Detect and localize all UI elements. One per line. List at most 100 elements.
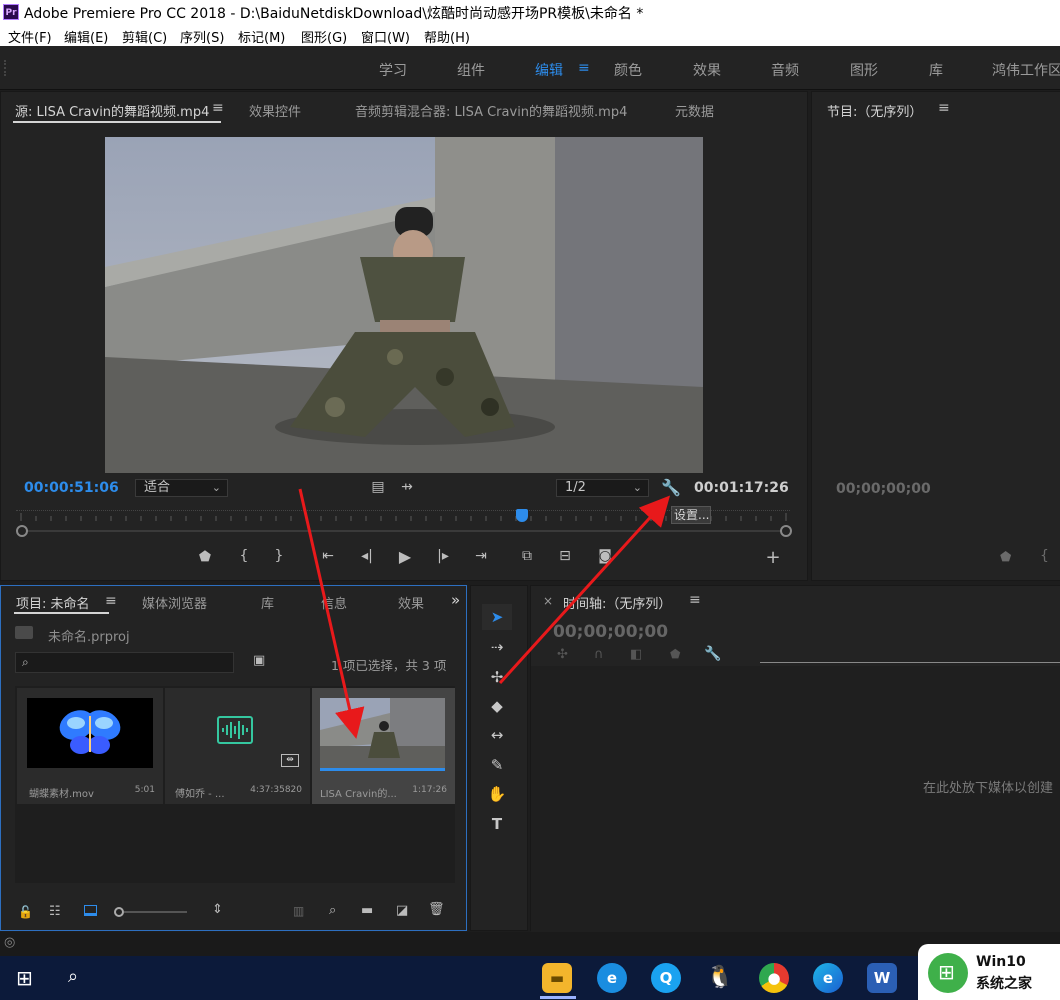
workspace-color[interactable]: 颜色 — [614, 60, 642, 80]
menu-clip[interactable]: 剪辑(C) — [122, 27, 167, 46]
ie-browser-icon[interactable]: e — [597, 963, 627, 993]
snap-icon[interactable]: ✣ — [557, 647, 568, 662]
workspace-libraries[interactable]: 库 — [929, 60, 943, 80]
source-video-frame[interactable] — [105, 137, 703, 473]
workspace-effects[interactable]: 效果 — [693, 60, 721, 80]
tab-metadata[interactable]: 元数据 — [675, 101, 714, 120]
step-back-icon[interactable]: ◂| — [356, 548, 378, 564]
list-view-icon[interactable]: ☷ — [49, 904, 61, 919]
workspace-graphics[interactable]: 图形 — [850, 60, 878, 80]
program-timecode[interactable]: 00;00;00;00 — [836, 481, 931, 497]
sort-icon[interactable]: ⇕ — [212, 902, 223, 917]
search-input-field[interactable] — [38, 654, 228, 671]
source-current-timecode[interactable]: 00:00:51:06 — [24, 480, 119, 496]
menu-file[interactable]: 文件(F) — [8, 27, 52, 46]
qq-icon[interactable]: 🐧 — [705, 963, 735, 993]
creative-cloud-icon[interactable]: ◎ — [4, 935, 15, 950]
slip-tool-icon[interactable]: ↔ — [482, 722, 512, 748]
overwrite-icon[interactable]: ⊟ — [554, 548, 576, 564]
icon-view-icon[interactable] — [84, 905, 97, 916]
go-to-in-icon[interactable]: ⇤ — [317, 548, 339, 564]
taskbar-search-icon[interactable]: ⌕ — [68, 966, 78, 987]
project-item-audio[interactable]: ⇹ 傅如乔 - ... 4:37:35820 — [165, 688, 310, 804]
tab-libraries[interactable]: 库 — [261, 593, 274, 612]
zoom-handle-right[interactable] — [780, 525, 792, 537]
find-icon[interactable]: ⌕ — [329, 903, 336, 918]
type-tool-icon[interactable]: T — [482, 811, 512, 837]
timeline-timecode[interactable]: 00;00;00;00 — [553, 622, 668, 642]
drag-audio-only-icon[interactable]: ⇸ — [398, 479, 416, 495]
edge-icon[interactable]: e — [813, 963, 843, 993]
zoom-slider-track[interactable] — [124, 911, 187, 913]
play-icon[interactable]: ▶ — [394, 547, 416, 566]
program-mark-in-icon[interactable]: { — [1040, 548, 1049, 564]
source-time-ruler[interactable] — [16, 510, 790, 522]
export-frame-icon[interactable]: ◙ — [594, 548, 616, 564]
file-explorer-icon[interactable]: ▬ — [542, 963, 572, 993]
menu-sequence[interactable]: 序列(S) — [180, 27, 224, 46]
workspace-learn[interactable]: 学习 — [379, 60, 407, 80]
program-marker-icon[interactable]: ⬟ — [1000, 550, 1011, 565]
track-select-tool-icon[interactable]: ⇢ — [482, 634, 512, 660]
settings-wrench-icon[interactable]: 🔧 — [660, 478, 682, 497]
close-icon[interactable]: × — [543, 594, 553, 608]
tab-source[interactable]: 源: LISA Cravin的舞蹈视频.mp4 — [15, 101, 209, 120]
new-item-icon[interactable]: ◪ — [396, 903, 408, 918]
workspace-editing[interactable]: 编辑 — [535, 60, 563, 80]
zoom-handle-left[interactable] — [16, 525, 28, 537]
project-item-lisa-video[interactable]: LISA Cravin的... 1:17:26 — [312, 688, 455, 804]
razor-tool-icon[interactable]: ◆ — [482, 693, 512, 719]
timeline-settings-wrench-icon[interactable]: 🔧 — [704, 646, 721, 662]
windows-start-icon[interactable]: ⊞ — [16, 966, 33, 990]
linked-selection-icon[interactable]: ∩ — [594, 647, 604, 662]
word-icon[interactable]: W — [867, 963, 897, 993]
insert-icon[interactable]: ⧉ — [516, 548, 538, 564]
zoom-slider-handle[interactable] — [114, 907, 124, 917]
timeline-drop-area[interactable] — [531, 666, 1060, 932]
tab-program[interactable]: 节目:（无序列） — [827, 101, 922, 120]
resolution-dropdown[interactable]: 1/2 ⌄ — [556, 479, 649, 497]
source-panel-menu-icon[interactable]: ≡ — [212, 100, 224, 116]
workspace-audio[interactable]: 音频 — [771, 60, 799, 80]
timeline-marker-icon[interactable]: ⬟ — [670, 647, 680, 661]
menu-marker[interactable]: 标记(M) — [238, 27, 285, 46]
new-search-bin-icon[interactable]: ▣ — [253, 653, 265, 668]
lock-icon[interactable]: 🔓 — [18, 905, 33, 919]
tab-audio-clip-mixer[interactable]: 音频剪辑混合器: LISA Cravin的舞蹈视频.mp4 — [355, 101, 627, 120]
project-search-input[interactable]: ⌕ — [15, 652, 234, 673]
step-forward-icon[interactable]: |▸ — [432, 548, 454, 564]
program-panel-menu-icon[interactable]: ≡ — [938, 100, 950, 116]
ripple-edit-tool-icon[interactable]: ✢ — [482, 664, 512, 690]
more-panels-icon[interactable]: » — [451, 591, 460, 609]
drag-grip-icon[interactable] — [4, 60, 6, 76]
mark-in-icon[interactable]: { — [235, 548, 253, 564]
tab-project[interactable]: 项目: 未命名 — [16, 593, 90, 612]
zoom-scroll-track[interactable] — [22, 530, 786, 532]
search-app-icon[interactable]: Q — [651, 963, 681, 993]
fit-dropdown[interactable]: 适合 ⌄ — [135, 479, 228, 497]
menu-edit[interactable]: 编辑(E) — [64, 27, 108, 46]
workspace-assembly[interactable]: 组件 — [457, 60, 485, 80]
hand-tool-icon[interactable]: ✋ — [482, 781, 512, 807]
menu-graphics[interactable]: 图形(G) — [301, 27, 347, 46]
automate-to-sequence-icon[interactable]: ▥ — [293, 904, 304, 918]
tab-info[interactable]: 信息 — [321, 593, 347, 612]
playhead-marker[interactable] — [516, 509, 528, 522]
mark-out-icon[interactable]: } — [270, 548, 288, 564]
chrome-icon[interactable]: ● — [759, 963, 789, 993]
menu-window[interactable]: 窗口(W) — [361, 27, 410, 46]
tab-effect-controls[interactable]: 效果控件 — [249, 101, 301, 120]
add-marker-timeline-icon[interactable]: ◧ — [630, 647, 642, 662]
project-item-butterfly[interactable]: 蝴蝶素材.mov 5:01 — [17, 688, 163, 804]
pen-tool-icon[interactable]: ✎ — [482, 752, 512, 778]
timeline-panel-menu-icon[interactable]: ≡ — [689, 592, 701, 608]
tab-effects[interactable]: 效果 — [398, 593, 424, 612]
tab-media-browser[interactable]: 媒体浏览器 — [142, 593, 207, 612]
add-button-icon[interactable]: + — [764, 549, 782, 567]
drag-video-only-icon[interactable]: ▤ — [369, 479, 387, 495]
workspace-custom[interactable]: 鸿伟工作区 — [992, 60, 1060, 80]
project-panel-menu-icon[interactable]: ≡ — [105, 593, 117, 609]
selection-tool-icon[interactable]: ➤ — [482, 604, 512, 630]
new-bin-icon[interactable]: ▬ — [361, 903, 373, 918]
workspace-menu-icon[interactable]: ≡ — [578, 60, 590, 76]
